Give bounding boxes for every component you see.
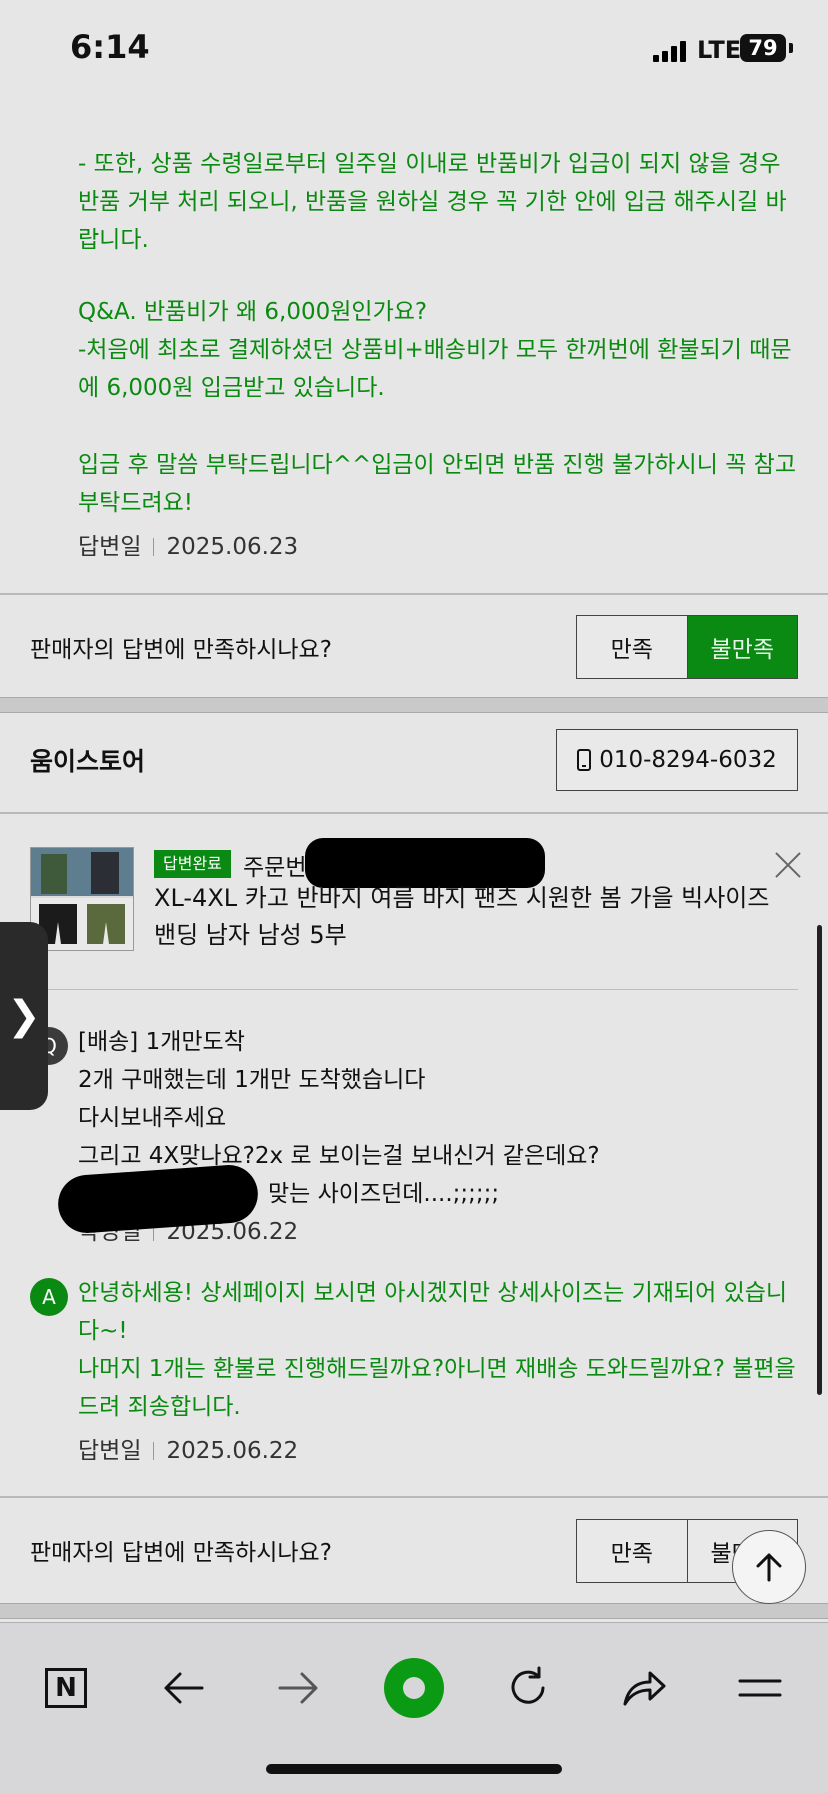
answer-date: 2025.06.23 [166,534,299,560]
question-title: [배송] 1개만도착 [78,1029,245,1055]
scroll-to-top-button[interactable] [732,1530,806,1604]
satisfied-button[interactable]: 만족 [577,1520,688,1582]
product-title[interactable]: XL-4XL 카고 반바지 여름 바지 팬츠 시원한 봄 가을 빅사이즈 밴딩 … [154,880,774,954]
section-separator [0,697,828,713]
status-time: 6:14 [70,28,150,66]
home-indicator [266,1764,562,1774]
menu-icon [738,1679,782,1697]
share-icon [623,1671,666,1706]
satisfaction-question: 판매자의 답변에 만족하시나요? [30,637,332,663]
answered-badge: 답변완료 [154,850,231,878]
answer-line: 안녕하세용! 상세페이지 보시면 아시겠지만 상세사이즈는 기재되어 있습니다~… [78,1280,788,1344]
phone-button[interactable]: 010-8294-6032 [556,729,798,791]
scrollbar[interactable] [817,925,822,1395]
forward-button[interactable] [268,1658,328,1718]
battery-icon: 79 [740,34,786,62]
naver-home-button[interactable]: N [36,1658,96,1718]
store-name: 움이스토어 [30,747,146,776]
divider [0,593,828,595]
phone-number: 010-8294-6032 [599,747,777,773]
arrow-left-icon [164,1672,204,1704]
close-icon[interactable] [773,850,803,880]
divider [0,1496,828,1498]
answer-paragraph-2: Q&A. 반품비가 왜 6,000원인가요? -처음에 최초로 결제하셨던 상품… [78,299,792,401]
arrow-right-icon [278,1672,318,1704]
answer-date-row: 답변일 2025.06.23 [78,527,298,561]
signal-icon [653,40,691,62]
satisfaction-question: 판매자의 답변에 만족하시나요? [30,1540,332,1566]
answer-paragraph-1: - 또한, 상품 수령일로부터 일주일 이내로 반품비가 입금이 되지 않을 경… [78,151,787,253]
unsatisfied-button[interactable]: 불만족 [687,616,797,678]
battery-tip [789,43,793,53]
answer2-date: 2025.06.22 [166,1438,299,1464]
answer-date-label: 답변일 [78,534,142,560]
satisfied-button[interactable]: 만족 [577,616,688,678]
phone-icon [577,749,592,771]
answer-icon: A [30,1278,68,1316]
divider [0,812,828,814]
satisfaction-buttons: 만족 불만족 [576,615,798,679]
reload-button[interactable] [498,1658,558,1718]
green-dot-icon [384,1658,444,1718]
naver-icon: N [45,1668,87,1708]
reload-icon [511,1666,545,1704]
share-button[interactable] [614,1658,674,1718]
green-dot-button[interactable] [384,1658,444,1718]
answer2-date-row: 답변일 2025.06.22 [78,1431,298,1465]
answer-paragraph-3: 입금 후 말씀 부탁드립니다^^입금이 안되면 반품 진행 불가하시니 꼭 참고… [78,452,796,516]
menu-button[interactable] [730,1658,790,1718]
question-line: 2개 구매했는데 1개만 도착했습니다 [78,1067,426,1093]
arrow-up-icon [756,1553,782,1582]
question-line: 다시보내주세요 [78,1105,227,1131]
answer2-block: 안녕하세용! 상세페이지 보시면 아시겠지만 상세사이즈는 기재되어 있습니다~… [78,1274,798,1426]
answer2-date-label: 답변일 [78,1438,142,1464]
side-panel-tab[interactable]: ❯ [0,922,48,1110]
divider [30,989,798,990]
network-type: LTE [697,36,742,64]
section-separator [0,1603,828,1619]
back-button[interactable] [154,1658,214,1718]
chevron-right-icon: ❯ [7,993,41,1039]
answer-line: 나머지 1개는 환불로 진행해드릴까요?아니면 재배송 도와드릴까요? 불편을 … [78,1356,796,1420]
